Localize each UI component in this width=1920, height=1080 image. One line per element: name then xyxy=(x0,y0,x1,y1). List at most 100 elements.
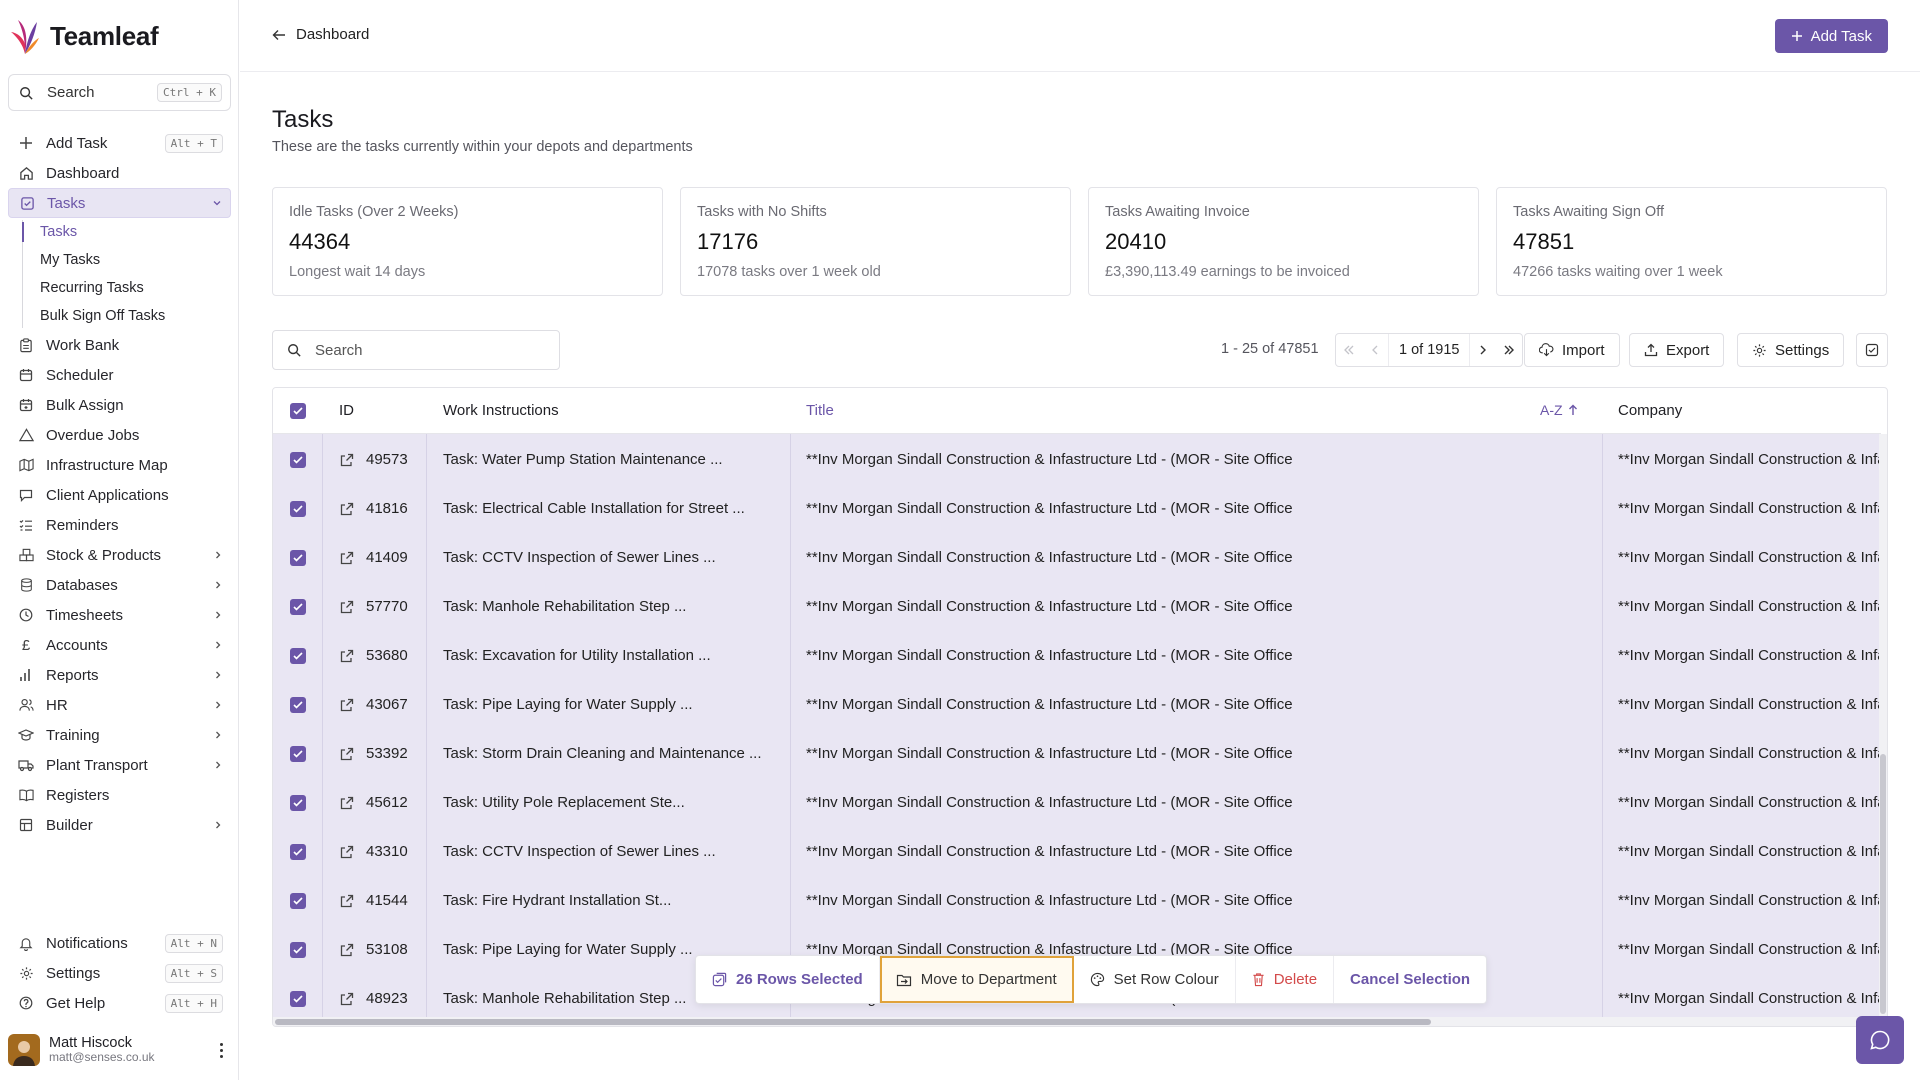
external-link-icon[interactable] xyxy=(340,943,354,957)
cell-work-instructions: Task: CCTV Inspection of Sewer Lines ... xyxy=(443,843,716,860)
row-checkbox[interactable] xyxy=(290,746,306,762)
row-checkbox[interactable] xyxy=(290,893,306,909)
sidebar-item-bulk-assign[interactable]: Bulk Assign xyxy=(8,390,231,420)
stat-card-awaiting-invoice[interactable]: Tasks Awaiting Invoice 20410 £3,390,113.… xyxy=(1088,187,1479,296)
external-link-icon[interactable] xyxy=(340,747,354,761)
search-shortcut: Ctrl + K xyxy=(157,83,222,102)
rows-selected-button[interactable]: 26 Rows Selected xyxy=(696,956,880,1003)
table-row[interactable]: 43067 Task: Pipe Laying for Water Supply … xyxy=(273,681,1881,730)
table-row[interactable]: 53680 Task: Excavation for Utility Instal… xyxy=(273,632,1881,681)
external-link-icon[interactable] xyxy=(340,600,354,614)
sidebar-item-add-task[interactable]: Add Task Alt + T xyxy=(8,128,231,158)
row-checkbox[interactable] xyxy=(290,550,306,566)
sidebar-item-hr[interactable]: HR xyxy=(8,690,231,720)
table-row[interactable]: 41544 Task: Fire Hydrant Installation St.… xyxy=(273,877,1881,926)
external-link-icon[interactable] xyxy=(340,551,354,565)
sidebar-item-settings[interactable]: Settings Alt + S xyxy=(8,958,231,988)
table-row[interactable]: 43310 Task: CCTV Inspection of Sewer Line… xyxy=(273,828,1881,877)
submenu-item-tasks[interactable]: Tasks xyxy=(22,218,231,246)
sidebar-item-work-bank[interactable]: Work Bank xyxy=(8,330,231,360)
select-all-checkbox[interactable] xyxy=(290,403,306,419)
sidebar-item-tasks[interactable]: Tasks xyxy=(8,188,231,218)
vertical-scrollbar[interactable] xyxy=(1879,434,1887,1021)
external-link-icon[interactable] xyxy=(340,649,354,663)
row-checkbox[interactable] xyxy=(290,697,306,713)
sidebar-item-plant-transport[interactable]: Plant Transport xyxy=(8,750,231,780)
sidebar-item-accounts[interactable]: £ Accounts xyxy=(8,630,231,660)
column-header-company[interactable]: Company xyxy=(1618,402,1682,419)
set-row-colour-button[interactable]: Set Row Colour xyxy=(1074,956,1236,1003)
submenu-item-bulk-sign-off[interactable]: Bulk Sign Off Tasks xyxy=(40,302,231,330)
row-checkbox[interactable] xyxy=(290,452,306,468)
sidebar-item-stock-products[interactable]: Stock & Products xyxy=(8,540,231,570)
row-checkbox[interactable] xyxy=(290,501,306,517)
sidebar-item-dashboard[interactable]: Dashboard xyxy=(8,158,231,188)
external-link-icon[interactable] xyxy=(340,992,354,1006)
sidebar-item-registers[interactable]: Registers xyxy=(8,780,231,810)
sidebar-item-scheduler[interactable]: Scheduler xyxy=(8,360,231,390)
more-options-icon[interactable] xyxy=(211,1042,231,1058)
submenu-item-my-tasks[interactable]: My Tasks xyxy=(40,246,231,274)
add-task-button[interactable]: Add Task xyxy=(1774,19,1888,53)
sidebar-item-builder[interactable]: Builder xyxy=(8,810,231,840)
external-link-icon[interactable] xyxy=(340,502,354,516)
sidebar-item-training[interactable]: Training xyxy=(8,720,231,750)
row-checkbox[interactable] xyxy=(290,795,306,811)
stat-card-no-shifts[interactable]: Tasks with No Shifts 17176 17078 tasks o… xyxy=(680,187,1071,296)
import-button[interactable]: Import xyxy=(1524,333,1620,367)
table-row[interactable]: 41816 Task: Electrical Cable Installation… xyxy=(273,485,1881,534)
external-link-icon[interactable] xyxy=(340,845,354,859)
last-page-icon[interactable] xyxy=(1496,334,1522,366)
table-row[interactable]: 53392 Task: Storm Drain Cleaning and Main… xyxy=(273,730,1881,779)
checkbox-icon xyxy=(1865,343,1879,357)
table-row[interactable]: 49573 Task: Water Pump Station Maintenanc… xyxy=(273,436,1881,485)
sidebar-item-reminders[interactable]: Reminders xyxy=(8,510,231,540)
row-checkbox[interactable] xyxy=(290,648,306,664)
external-link-icon[interactable] xyxy=(340,796,354,810)
external-link-icon[interactable] xyxy=(340,453,354,467)
sidebar-search[interactable]: Search Ctrl + K xyxy=(8,74,231,111)
settings-button[interactable]: Settings xyxy=(1737,333,1845,367)
toggle-selection-button[interactable] xyxy=(1856,333,1888,367)
next-page-icon[interactable] xyxy=(1470,334,1496,366)
sidebar-item-timesheets[interactable]: Timesheets xyxy=(8,600,231,630)
delete-button[interactable]: Delete xyxy=(1236,956,1335,1003)
user-profile[interactable]: Matt Hiscock matt@senses.co.uk xyxy=(8,1030,231,1070)
horizontal-scrollbar[interactable] xyxy=(273,1017,1881,1026)
checkbox-icon xyxy=(19,195,35,211)
first-page-icon[interactable] xyxy=(1336,334,1362,366)
sidebar-item-reports[interactable]: Reports xyxy=(8,660,231,690)
stat-card-awaiting-sign-off[interactable]: Tasks Awaiting Sign Off 47851 47266 task… xyxy=(1496,187,1887,296)
table-search-input[interactable]: Search xyxy=(272,330,560,370)
table-row[interactable]: 57770 Task: Manhole Rehabilitation Step .… xyxy=(273,583,1881,632)
brand[interactable]: Teamleaf xyxy=(10,16,159,56)
row-checkbox[interactable] xyxy=(290,991,306,1007)
chat-button[interactable] xyxy=(1856,1016,1904,1064)
prev-page-icon[interactable] xyxy=(1362,334,1388,366)
external-link-icon[interactable] xyxy=(340,894,354,908)
move-to-department-button[interactable]: Move to Department xyxy=(879,956,1074,1003)
sidebar-item-infrastructure-map[interactable]: Infrastructure Map xyxy=(8,450,231,480)
sidebar-item-get-help[interactable]: Get Help Alt + H xyxy=(8,988,231,1018)
sidebar-item-notifications[interactable]: Notifications Alt + N xyxy=(8,928,231,958)
table-row[interactable]: 41409 Task: CCTV Inspection of Sewer Line… xyxy=(273,534,1881,583)
column-header-id[interactable]: ID xyxy=(339,402,354,419)
export-button[interactable]: Export xyxy=(1629,333,1725,367)
stat-card-idle-tasks[interactable]: Idle Tasks (Over 2 Weeks) 44364 Longest … xyxy=(272,187,663,296)
row-checkbox[interactable] xyxy=(290,942,306,958)
sidebar-item-client-applications[interactable]: Client Applications xyxy=(8,480,231,510)
cancel-selection-label: Cancel Selection xyxy=(1350,971,1471,988)
back-to-dashboard-link[interactable]: Dashboard xyxy=(272,26,369,43)
sidebar-item-overdue-jobs[interactable]: Overdue Jobs xyxy=(8,420,231,450)
column-header-title[interactable]: Title xyxy=(806,402,834,419)
sidebar-item-databases[interactable]: Databases xyxy=(8,570,231,600)
column-header-work-instructions[interactable]: Work Instructions xyxy=(443,402,559,419)
external-link-icon[interactable] xyxy=(340,698,354,712)
stat-title: Tasks Awaiting Invoice xyxy=(1105,204,1250,220)
row-checkbox[interactable] xyxy=(290,599,306,615)
table-row[interactable]: 45612 Task: Utility Pole Replacement Ste.… xyxy=(273,779,1881,828)
row-checkbox[interactable] xyxy=(290,844,306,860)
submenu-item-recurring-tasks[interactable]: Recurring Tasks xyxy=(40,274,231,302)
sort-indicator[interactable]: A-Z xyxy=(1540,402,1578,418)
cancel-selection-button[interactable]: Cancel Selection xyxy=(1334,956,1486,1003)
